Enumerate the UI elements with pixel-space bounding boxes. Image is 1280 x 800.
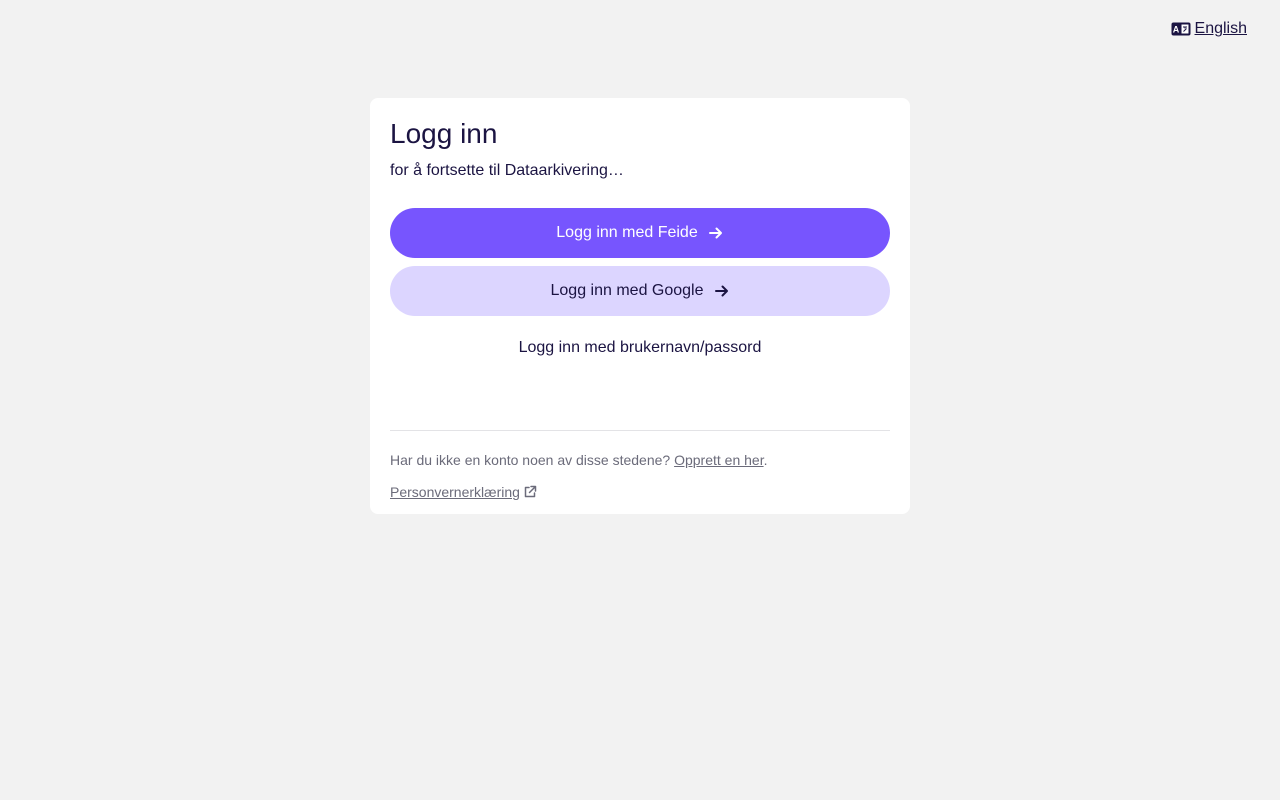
no-account-text: Har du ikke en konto noen av disse stede… xyxy=(390,451,890,469)
create-account-link[interactable]: Opprett en her xyxy=(674,452,764,468)
divider xyxy=(390,430,890,431)
language-switch-link[interactable]: A English xyxy=(1171,19,1247,39)
login-google-button[interactable]: Logg inn med Google xyxy=(390,266,890,316)
svg-text:A: A xyxy=(1172,25,1179,35)
login-google-label: Logg inn med Google xyxy=(550,282,704,299)
no-account-label: Har du ikke en konto noen av disse stede… xyxy=(390,452,671,468)
login-password-button[interactable]: Logg inn med brukernavn/passord xyxy=(390,324,890,372)
arrow-right-icon xyxy=(714,283,730,299)
language-label: English xyxy=(1194,20,1247,37)
language-icon: A xyxy=(1171,22,1191,36)
login-feide-button[interactable]: Logg inn med Feide xyxy=(390,208,890,258)
page-title: Logg inn xyxy=(390,118,498,149)
login-feide-label: Logg inn med Feide xyxy=(556,224,698,241)
create-account-suffix: . xyxy=(763,452,768,468)
page-subtitle: for å fortsette til Dataarkivering… xyxy=(390,162,624,179)
privacy-policy-link[interactable]: Personvernerklæring xyxy=(390,483,537,501)
external-link-icon xyxy=(523,485,537,499)
arrow-right-icon xyxy=(708,225,724,241)
login-card: Logg inn for å fortsette til Dataarkiver… xyxy=(370,98,910,514)
privacy-policy-label: Personvernerklæring xyxy=(390,484,520,500)
login-password-label: Logg inn med brukernavn/passord xyxy=(518,339,762,356)
